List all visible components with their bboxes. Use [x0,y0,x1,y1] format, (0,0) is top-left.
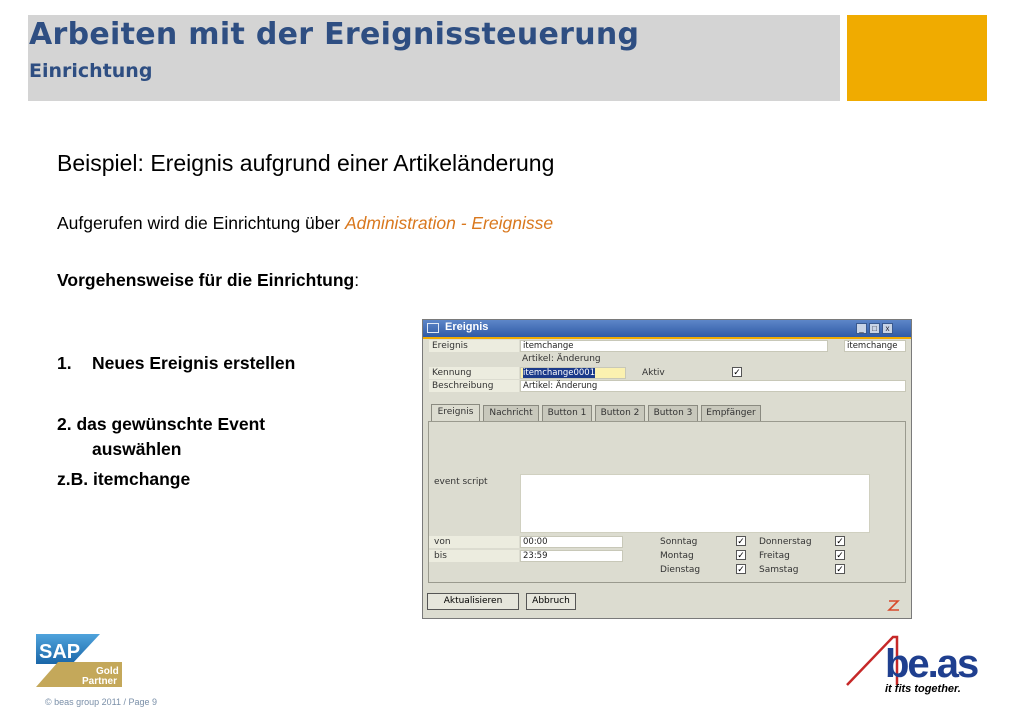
step-3: z.B. itemchange [57,469,191,489]
beas-wordmark: be.as [885,642,978,686]
step-2-line-1: 2. das gewünschte Event [57,414,266,434]
page-subtitle: Einrichtung [29,60,153,82]
kennung-label: Kennung [432,368,472,378]
day-checkbox-sonntag[interactable]: ✓ [736,536,746,546]
accent-box [847,15,987,101]
sap-gold-partner-logo: SAP Gold Partner [36,634,122,687]
window-title: Ereignis [445,321,489,333]
tab-ereignis[interactable]: Ereignis [431,404,480,421]
ereignis-description: Artikel: Änderung [522,354,601,364]
intro-text: Aufgerufen wird die Einrichtung über Adm… [57,213,553,234]
tab-nachricht[interactable]: Nachricht [483,405,539,421]
method-heading: Vorgehensweise für die Einrichtung: [57,270,359,291]
close-button[interactable]: x [882,323,893,334]
admin-events-link[interactable]: Administration - Ereignisse [345,213,553,233]
minimize-button[interactable]: _ [856,323,867,334]
ereignis-field[interactable]: itemchange [520,340,828,352]
day-label-dienstag: Dienstag [660,565,701,575]
event-script-textarea[interactable] [520,474,870,533]
method-colon: : [354,270,360,290]
day-checkbox-montag[interactable]: ✓ [736,550,746,560]
resize-grip-icon[interactable] [886,598,902,612]
tab-button-3[interactable]: Button 3 [648,405,698,421]
intro-prefix: Aufgerufen wird die Einrichtung über [57,213,345,233]
day-label-samstag: Samstag [759,565,799,575]
aktiv-label: Aktiv [642,368,665,378]
ereignis-label: Ereignis [432,341,468,351]
von-field[interactable]: 00:00 [520,536,623,548]
day-label-donnerstag: Donnerstag [759,537,812,547]
bis-label: bis [434,551,447,561]
window-titlebar[interactable]: Ereignis _ □ x [423,320,911,337]
tab-button-1[interactable]: Button 1 [542,405,592,421]
page-title: Arbeiten mit der Ereignissteuerung [29,17,640,52]
step-2-line-2: auswählen [92,439,182,459]
cancel-button[interactable]: Abbruch [526,593,576,610]
day-label-sonntag: Sonntag [660,537,698,547]
tab-button-2[interactable]: Button 2 [595,405,645,421]
day-checkbox-samstag[interactable]: ✓ [835,564,845,574]
beschreibung-field[interactable]: Artikel: Änderung [520,380,906,392]
kennung-value: itemchange0001 [523,368,596,378]
sap-partner: Partner [82,676,117,687]
footer-copyright: © beas group 2011 / Page 9 [45,697,158,707]
maximize-button[interactable]: □ [869,323,880,334]
day-checkbox-freitag[interactable]: ✓ [835,550,845,560]
slide-heading: Beispiel: Ereignis aufgrund einer Artike… [57,150,555,176]
day-label-montag: Montag [660,551,694,561]
window-form-icon [427,323,439,333]
ereignis-code-field[interactable]: itemchange [844,340,906,352]
aktiv-checkbox[interactable]: ✓ [732,367,742,377]
event-window: Ereignis _ □ x Ereignis itemchange itemc… [422,319,912,619]
von-label: von [434,537,451,547]
day-checkbox-donnerstag[interactable]: ✓ [835,536,845,546]
beas-tagline: it fits together. [885,683,961,695]
method-label: Vorgehensweise für die Einrichtung [57,270,355,290]
step-1: 1. Neues Ereignis erstellen [57,353,295,374]
beas-logo: be.as it fits together. [846,635,980,695]
step-1-number: 1. [57,353,72,373]
day-label-freitag: Freitag [759,551,790,561]
step-1-text: Neues Ereignis erstellen [92,353,296,373]
window-accent-stripe [423,337,911,339]
bis-field[interactable]: 23:59 [520,550,623,562]
tab-empfaenger[interactable]: Empfänger [701,405,761,421]
beschreibung-label: Beschreibung [432,381,494,391]
sap-wordmark: SAP [39,641,80,663]
update-button[interactable]: Aktualisieren [427,593,519,610]
event-script-label: event script [434,477,488,487]
day-checkbox-dienstag[interactable]: ✓ [736,564,746,574]
kennung-field[interactable]: itemchange0001 [520,367,626,379]
